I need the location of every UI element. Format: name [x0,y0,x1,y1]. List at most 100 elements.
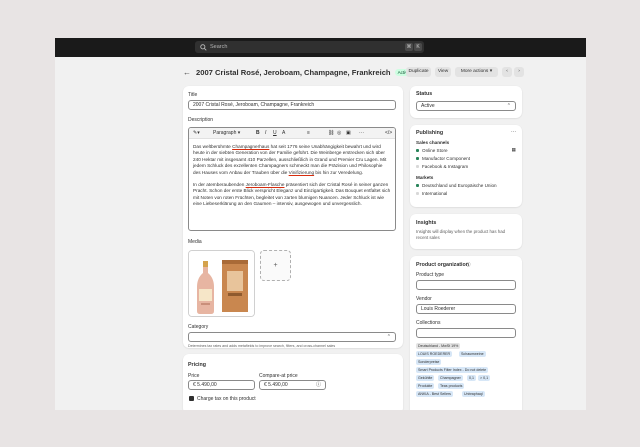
code-view-button[interactable]: </> [385,130,392,137]
desc-text: In der atemberaubenden [193,182,246,188]
vendor-input[interactable]: Louis Roederer [416,304,516,314]
category-select[interactable]: ⌃ [188,332,396,342]
desc-text: Das weltberühmte [193,144,233,149]
paragraph-select-label: Paragraph [213,130,237,136]
paragraph-select[interactable]: Paragraph ▾ [213,130,240,137]
channel-online-store: Online Store [416,148,448,153]
duplicate-button[interactable]: Duplicate [406,67,431,77]
page-header: ← 2007 Cristal Rosé, Jeroboam, Champagne… [183,66,528,78]
italic-button[interactable]: I [265,130,266,137]
publishing-title: Publishing [416,130,444,136]
channel-label: Facebook & Instagram [422,164,469,169]
pricing-card: Pricing Price € 5.490,00 Compare-at pric… [183,354,403,410]
insights-card: Insights Insights will display when the … [410,214,522,249]
collection-tag[interactable]: Teas products [438,383,465,389]
more-actions-button[interactable]: More actions ▾ [455,67,498,77]
info-icon: ⓘ [315,382,321,388]
desc-underlined: Champagnerhaus [232,144,270,149]
category-label: Category [188,324,209,330]
market-de-eu: Deutschland und Europäische Union [416,183,497,188]
shortcut-k: K [414,43,422,51]
charge-tax-checkbox[interactable] [189,396,194,401]
channel-manufactor: Manufactor Component [416,156,470,161]
collection-tag[interactable]: Produkte [416,383,435,389]
pricing-title: Pricing [188,362,206,368]
chevron-down-icon: ⌃ [386,334,391,340]
status-card: Status Active ⌃ [410,86,522,118]
link-icon[interactable]: ⛓ [328,130,334,137]
description-paragraph-2: In der atemberaubenden Jeroboam-Flasche … [193,182,391,208]
info-icon[interactable]: ⓘ [466,262,471,268]
media-icon[interactable]: ◎ [337,130,341,137]
search-bar[interactable]: ⌘ K [195,41,424,53]
market-label: International [422,191,448,196]
video-icon[interactable]: ▣ [346,130,351,137]
collection-tag[interactable]: ANKIA - Best Sellers [416,391,453,397]
search-input[interactable] [210,44,370,50]
collection-tag[interactable]: > 0,1 [478,375,491,381]
organization-title: Product organization [416,262,469,268]
compare-price-input[interactable]: € 5.490,00 ⓘ [259,380,326,390]
add-media-button[interactable]: + [260,250,291,281]
chevron-down-icon: ▾ [237,130,241,136]
channel-label: Manufactor Component [422,156,471,161]
desc-text: bis hin zur Veredelung. [314,169,364,175]
markets-label: Markets [416,175,434,180]
market-international: International [416,191,447,196]
admin-window: ⌘ K ← 2007 Cristal Rosé, Jeroboam, Champ… [55,38,586,410]
channel-label: Online Store [422,148,448,153]
collection-tag[interactable]: Champagner [438,375,463,381]
market-label: Deutschland und Europäische Union [422,183,497,188]
collection-tag[interactable]: Schaumweine [459,351,486,357]
vendor-label: Vendor [416,296,432,302]
more-actions-label: More actions [460,69,489,74]
collection-tag[interactable]: Gekühlte [416,375,435,381]
description-label: Description [188,117,214,123]
insights-title: Insights [416,220,437,226]
bold-button[interactable]: B [256,130,260,137]
search-icon [200,43,207,51]
previous-product-button[interactable]: ‹ [502,67,512,77]
champagne-image [189,251,254,316]
product-details-card: Title 2007 Cristal Rosé, Jeroboam, Champ… [183,86,403,348]
status-select-value: Active [421,103,435,109]
sales-channels-label: Sales channels [416,140,450,145]
price-input[interactable]: € 5.490,00 [188,380,255,390]
status-select[interactable]: Active ⌃ [416,101,516,111]
insights-text: Insights will display when the product h… [416,229,506,240]
collection-tag[interactable]: 0,1 [467,375,476,381]
product-image[interactable] [188,250,255,317]
view-button[interactable]: View [435,67,451,77]
arrow-left-icon[interactable]: ← [183,68,191,77]
product-type-label: Product type [416,272,445,278]
editor-content[interactable]: Das weltberühmte Champagnerhaus hat seit… [189,139,395,219]
product-type-input[interactable] [416,280,516,290]
collections-label: Collections [416,320,441,326]
collections-input[interactable] [416,328,516,338]
collection-tag[interactable]: Sonderpreise [416,359,442,365]
text-color-button[interactable]: A [282,130,285,137]
more-options-icon[interactable]: ··· [511,129,516,135]
align-button[interactable]: ≡ [307,130,310,137]
compare-price-label: Compare-at price [259,373,298,379]
collection-tag[interactable]: Smart Products Filter Index - Do not del… [416,367,489,373]
collection-tag[interactable]: Deutschland - MwSt 19% [416,343,461,349]
calendar-icon[interactable]: ▦ [512,147,516,153]
magic-icon[interactable]: ✎▾ [193,130,200,137]
top-bar: ⌘ K [55,38,586,57]
collection-tag[interactable]: Unbraphaql [462,391,485,397]
description-paragraph-1: Das weltberühmte Champagnerhaus hat seit… [193,144,391,176]
chevron-down-icon: ▾ [489,69,493,74]
more-formatting-button[interactable]: ··· [359,130,364,137]
next-product-button[interactable]: › [514,67,524,77]
compare-price-value: € 5.490,00 [264,382,288,388]
publishing-card: Publishing ··· Sales channels ▦ Online S… [410,125,522,207]
description-editor[interactable]: ✎▾ Paragraph ▾ B I U A ≡ ⛓ ◎ ▣ ··· </> D… [188,127,396,231]
underline-button[interactable]: U [273,130,277,137]
title-input[interactable]: 2007 Cristal Rosé, Jeroboam, Champagne, … [188,100,396,110]
page-title: 2007 Cristal Rosé, Jeroboam, Champagne, … [196,67,391,77]
desc-underlined: Vinifizierung [288,169,315,175]
collection-tag[interactable]: LOUIS ROEDERER [416,351,453,357]
channel-facebook: Facebook & Instagram [416,164,468,169]
chevron-down-icon: ⌃ [506,103,511,109]
